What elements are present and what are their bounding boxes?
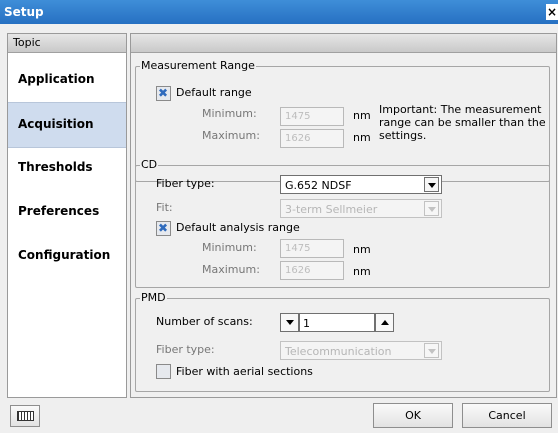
title-bar: Setup × <box>0 0 558 24</box>
cd-fiber-type-value: G.652 NDSF <box>285 179 352 192</box>
keyboard-button[interactable] <box>10 405 40 427</box>
mr-min-label: Minimum: <box>202 107 257 120</box>
topic-header: Topic <box>8 34 126 53</box>
topic-item-preferences[interactable]: Preferences <box>8 190 126 234</box>
measurement-range-title: Measurement Range <box>140 59 256 72</box>
chevron-down-icon <box>424 177 439 192</box>
cd-group: CD Fiber type: G.652 NDSF Fit: 3-term Se… <box>135 158 550 288</box>
mr-min-unit: nm <box>353 109 371 122</box>
keyboard-icon <box>17 411 34 421</box>
topic-header-label: Topic <box>13 36 41 49</box>
pmd-scans-label: Number of scans: <box>156 315 253 328</box>
ok-button[interactable]: OK <box>373 403 453 428</box>
chevron-down-icon <box>424 201 439 216</box>
scans-increment-button[interactable] <box>375 313 394 332</box>
topic-item-thresholds[interactable]: Thresholds <box>8 146 126 190</box>
settings-header <box>131 34 556 53</box>
cd-min-label: Minimum: <box>202 241 257 254</box>
mr-max-field[interactable]: 1626 <box>280 129 344 148</box>
topic-item-label: Thresholds <box>18 160 93 174</box>
mr-max-label: Maximum: <box>202 129 260 142</box>
cd-fiber-type-label: Fiber type: <box>156 177 215 190</box>
scans-decrement-button[interactable] <box>280 313 299 332</box>
mr-min-field[interactable]: 1475 <box>280 107 344 126</box>
close-icon[interactable]: × <box>546 4 558 20</box>
topic-item-application[interactable]: Application <box>8 58 126 102</box>
default-analysis-range-checkbox[interactable] <box>156 221 171 236</box>
aerial-sections-label: Fiber with aerial sections <box>176 365 313 378</box>
default-analysis-range-label: Default analysis range <box>176 221 300 234</box>
topic-item-configuration[interactable]: Configuration <box>8 234 126 278</box>
cd-max-unit: nm <box>353 265 371 278</box>
cd-fit-label: Fit: <box>156 201 173 214</box>
cd-max-label: Maximum: <box>202 263 260 276</box>
chevron-down-icon <box>424 343 439 358</box>
topic-item-label: Preferences <box>18 204 100 218</box>
topic-item-acquisition[interactable]: Acquisition <box>8 102 126 148</box>
pmd-fiber-type-value: Telecommunication <box>285 345 392 358</box>
cd-min-unit: nm <box>353 243 371 256</box>
topic-item-label: Application <box>18 72 95 86</box>
topic-item-label: Configuration <box>18 248 111 262</box>
cancel-button[interactable]: Cancel <box>462 403 552 428</box>
default-range-label: Default range <box>176 86 252 99</box>
cd-fit-dropdown[interactable]: 3-term Sellmeier <box>280 199 442 218</box>
cd-min-field[interactable]: 1475 <box>280 239 344 258</box>
topic-panel: Topic Application Acquisition Thresholds… <box>7 33 127 398</box>
cd-fiber-type-dropdown[interactable]: G.652 NDSF <box>280 175 442 194</box>
default-range-checkbox[interactable] <box>156 86 171 101</box>
window-title: Setup <box>4 5 44 19</box>
settings-panel: Measurement Range Default range Minimum:… <box>130 33 557 398</box>
measurement-range-note: Important: The measurement range can be … <box>379 103 546 142</box>
setup-window: Setup × Topic Application Acquisition Th… <box>0 0 558 433</box>
pmd-title: PMD <box>140 291 167 304</box>
mr-max-unit: nm <box>353 131 371 144</box>
pmd-group: PMD Number of scans: 1 Fiber type: Telec… <box>135 291 550 392</box>
topic-item-label: Acquisition <box>18 117 94 131</box>
pmd-fiber-type-label: Fiber type: <box>156 343 215 356</box>
cd-fit-value: 3-term Sellmeier <box>285 203 378 216</box>
cd-max-field[interactable]: 1626 <box>280 261 344 280</box>
scans-input[interactable]: 1 <box>299 313 375 332</box>
cd-title: CD <box>140 158 159 171</box>
aerial-sections-checkbox[interactable] <box>156 364 171 379</box>
pmd-fiber-type-dropdown[interactable]: Telecommunication <box>280 341 442 360</box>
